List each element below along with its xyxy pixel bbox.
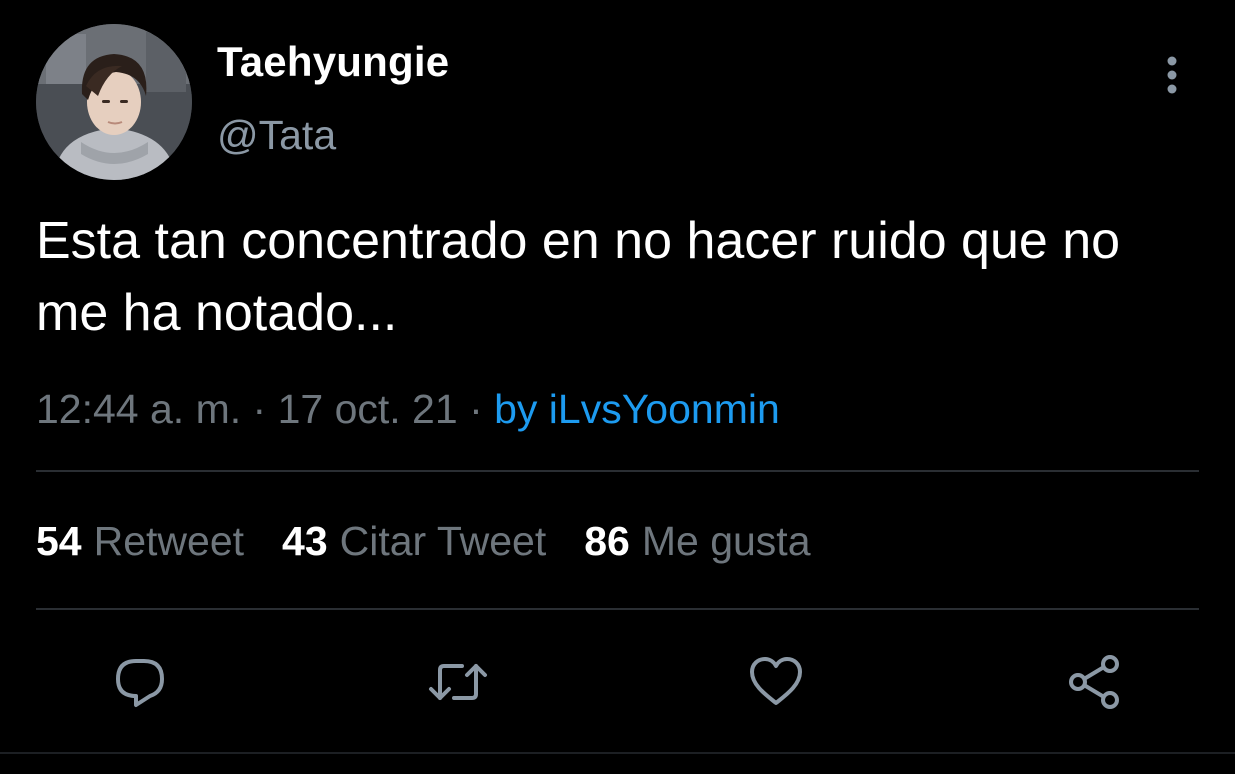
more-options-button[interactable]	[1150, 52, 1194, 96]
divider	[0, 752, 1235, 754]
meta-separator: ·	[469, 386, 495, 432]
heart-icon	[750, 657, 802, 705]
tweet-meta: 12:44 a. m. · 17 oct. 21 · by iLvsYoonmi…	[36, 386, 780, 433]
stat-count: 54	[36, 518, 82, 564]
meta-separator: ·	[252, 386, 278, 432]
retweet-icon	[429, 664, 487, 700]
like-button[interactable]	[744, 650, 808, 714]
stat-count: 43	[282, 518, 328, 564]
stat-likes[interactable]: 86 Me gusta	[584, 518, 810, 565]
author-display-name[interactable]: Taehyungie	[217, 38, 449, 86]
divider	[36, 608, 1199, 610]
share-icon	[1069, 655, 1119, 709]
share-button[interactable]	[1062, 650, 1126, 714]
stat-label: Retweet	[93, 518, 245, 564]
tweet-card: Taehyungie @Tata Esta tan concentrado en…	[0, 0, 1235, 774]
tweet-text: Esta tan concentrado en no hacer ruido q…	[36, 212, 1121, 342]
tweet-source[interactable]: by iLvsYoonmin	[494, 386, 780, 432]
tweet-stats: 54 Retweet 43 Citar Tweet 86 Me gusta	[36, 518, 849, 565]
reply-button[interactable]	[108, 650, 172, 714]
avatar[interactable]	[36, 24, 192, 180]
author-handle[interactable]: @Tata	[217, 112, 336, 159]
tweet-time[interactable]: 12:44 a. m.	[36, 386, 241, 432]
retweet-button[interactable]	[426, 650, 490, 714]
divider	[36, 470, 1199, 472]
stat-count: 86	[584, 518, 630, 564]
stat-retweets[interactable]: 54 Retweet	[36, 518, 244, 565]
stat-label: Citar Tweet	[339, 518, 547, 564]
reply-icon	[116, 659, 164, 707]
stat-quote-tweets[interactable]: 43 Citar Tweet	[282, 518, 546, 565]
stat-label: Me gusta	[641, 518, 811, 564]
more-vertical-icon	[1167, 56, 1177, 94]
tweet-date[interactable]: 17 oct. 21	[278, 386, 458, 432]
